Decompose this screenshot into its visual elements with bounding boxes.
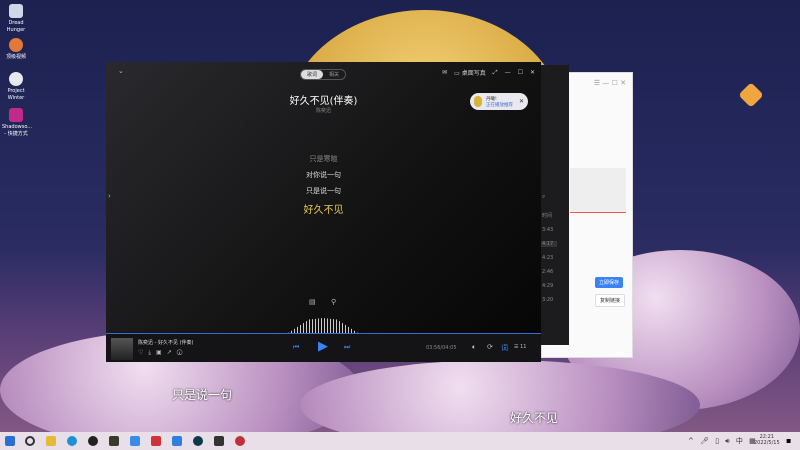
lyrics-toggle-icon[interactable]: 词 xyxy=(501,343,508,353)
like-icon: ♡ xyxy=(138,349,149,356)
info-icon: ⓘ xyxy=(176,349,188,356)
volume-icon[interactable]: 🔈︎ xyxy=(472,343,476,352)
qq-icon[interactable] xyxy=(88,436,98,446)
desktop-icon-project-winter[interactable]: Project Winter xyxy=(2,72,30,102)
content-panel xyxy=(570,168,626,213)
download-icon: ⤓ xyxy=(148,349,157,356)
app-icon[interactable] xyxy=(172,436,182,446)
music-player-window: ⌄ 歌词 相关 ✉ ▭ 桌面写真 ⤢ — ☐ ✕ 好久不见(伴奏) 陈奕迅 丹曦… xyxy=(106,62,541,362)
track-time[interactable]: 3:43 xyxy=(542,227,553,233)
view-tabs: 歌词 相关 xyxy=(300,69,347,80)
desktop-icon-video[interactable]: 顶级视频 xyxy=(2,38,30,61)
lyric-line: 只是寒暄 xyxy=(309,155,338,163)
app-icon[interactable] xyxy=(235,436,245,446)
avatar xyxy=(474,96,482,107)
track-time[interactable]: 2:46 xyxy=(542,269,553,275)
subtitle-line: 好久不见 xyxy=(510,411,559,425)
tab-lyrics[interactable]: 歌词 xyxy=(301,70,324,79)
desktop-lyrics-button[interactable]: ▭ 桌面写真 xyxy=(454,68,486,77)
app-icon[interactable] xyxy=(214,436,224,446)
tab-related[interactable]: 相关 xyxy=(323,70,345,79)
file-explorer-icon[interactable] xyxy=(46,436,56,446)
fullscreen-icon[interactable]: ⤢ xyxy=(493,69,498,77)
app-icon[interactable] xyxy=(109,436,119,446)
edge-icon[interactable] xyxy=(67,436,77,446)
song-actions[interactable]: ♡⤓▣↗ⓘ xyxy=(138,349,187,357)
notification-icon[interactable]: ▪ xyxy=(786,436,791,445)
notification-bubble[interactable]: 丹曦! 正在播放推荐 ✕ xyxy=(470,93,528,110)
message-icon[interactable]: ✉ xyxy=(442,69,447,76)
desktop-icon-dread-hunger[interactable]: Dread Hunger xyxy=(2,4,30,34)
album-cover[interactable] xyxy=(111,338,133,360)
audio-visualizer xyxy=(288,318,358,333)
play-button[interactable]: ▶ xyxy=(318,339,328,354)
progress-bar[interactable] xyxy=(106,333,526,334)
track-time[interactable]: 4:29 xyxy=(542,283,553,289)
comment-icon: ▣ xyxy=(156,349,167,356)
clock[interactable]: 22:21 2022/5/15 xyxy=(754,434,780,446)
previous-button[interactable]: ⏮ xyxy=(293,343,299,352)
maximize-icon[interactable]: ☐ xyxy=(518,69,523,76)
current-lyric-line: 好久不见 xyxy=(303,205,344,216)
window-controls[interactable]: ☰ — ☐ ✕ xyxy=(594,79,626,87)
collapse-chevron-icon[interactable]: ⌄ xyxy=(118,67,124,75)
netease-music-icon[interactable] xyxy=(151,436,161,446)
close-icon[interactable]: ✕ xyxy=(530,69,535,76)
start-icon[interactable] xyxy=(5,436,15,446)
subtitle-line: 只是说一句 xyxy=(172,388,233,402)
next-button[interactable]: ⏭ xyxy=(344,343,350,352)
repeat-icon[interactable]: ⟳ xyxy=(487,343,493,351)
playlist-button[interactable]: ☰ 11 xyxy=(514,344,526,350)
time-display: 03:56/04:05 xyxy=(426,345,457,351)
close-icon[interactable]: ✕ xyxy=(519,98,524,105)
desktop-icon-shadowsocks[interactable]: Shadowso... - 快捷方式 xyxy=(2,108,32,138)
track-time[interactable]: 4:23 xyxy=(542,255,553,261)
track-time[interactable]: 3:20 xyxy=(542,297,553,303)
search-icon[interactable]: ⌕ xyxy=(542,193,545,201)
lyric-line: 对你说一句 xyxy=(306,171,341,179)
playback-bar: 陈奕迅 - 好久不见 (伴奏) ♡⤓▣↗ⓘ ⏮ ▶ ⏭ 03:56/04:05 … xyxy=(106,333,541,362)
app-icon[interactable] xyxy=(193,436,203,446)
app-icon[interactable] xyxy=(130,436,140,446)
video-icon[interactable]: ▤ xyxy=(309,298,316,306)
now-playing-title[interactable]: 陈奕迅 - 好久不见 (伴奏) xyxy=(138,339,193,346)
time-header: 时间 xyxy=(542,213,553,219)
search-icon[interactable] xyxy=(25,436,35,446)
share-icon: ↗ xyxy=(166,349,177,356)
lyric-line: 只是说一句 xyxy=(306,187,341,195)
system-tray[interactable]: ^ 🎤︎ ▯ 🔊︎ 中 ▦ xyxy=(688,436,758,446)
taskbar: ^ 🎤︎ ▯ 🔊︎ 中 ▦ 22:21 2022/5/15 ▪ xyxy=(0,432,800,450)
save-button[interactable]: 立即保存 xyxy=(595,277,624,288)
minimize-icon[interactable]: — xyxy=(505,69,511,76)
window-toolbar: ✉ ▭ 桌面写真 ⤢ — ☐ ✕ xyxy=(442,68,535,78)
microphone-icon[interactable]: ⚲ xyxy=(331,298,336,306)
copy-link-button[interactable]: 复制链接 xyxy=(595,294,626,307)
